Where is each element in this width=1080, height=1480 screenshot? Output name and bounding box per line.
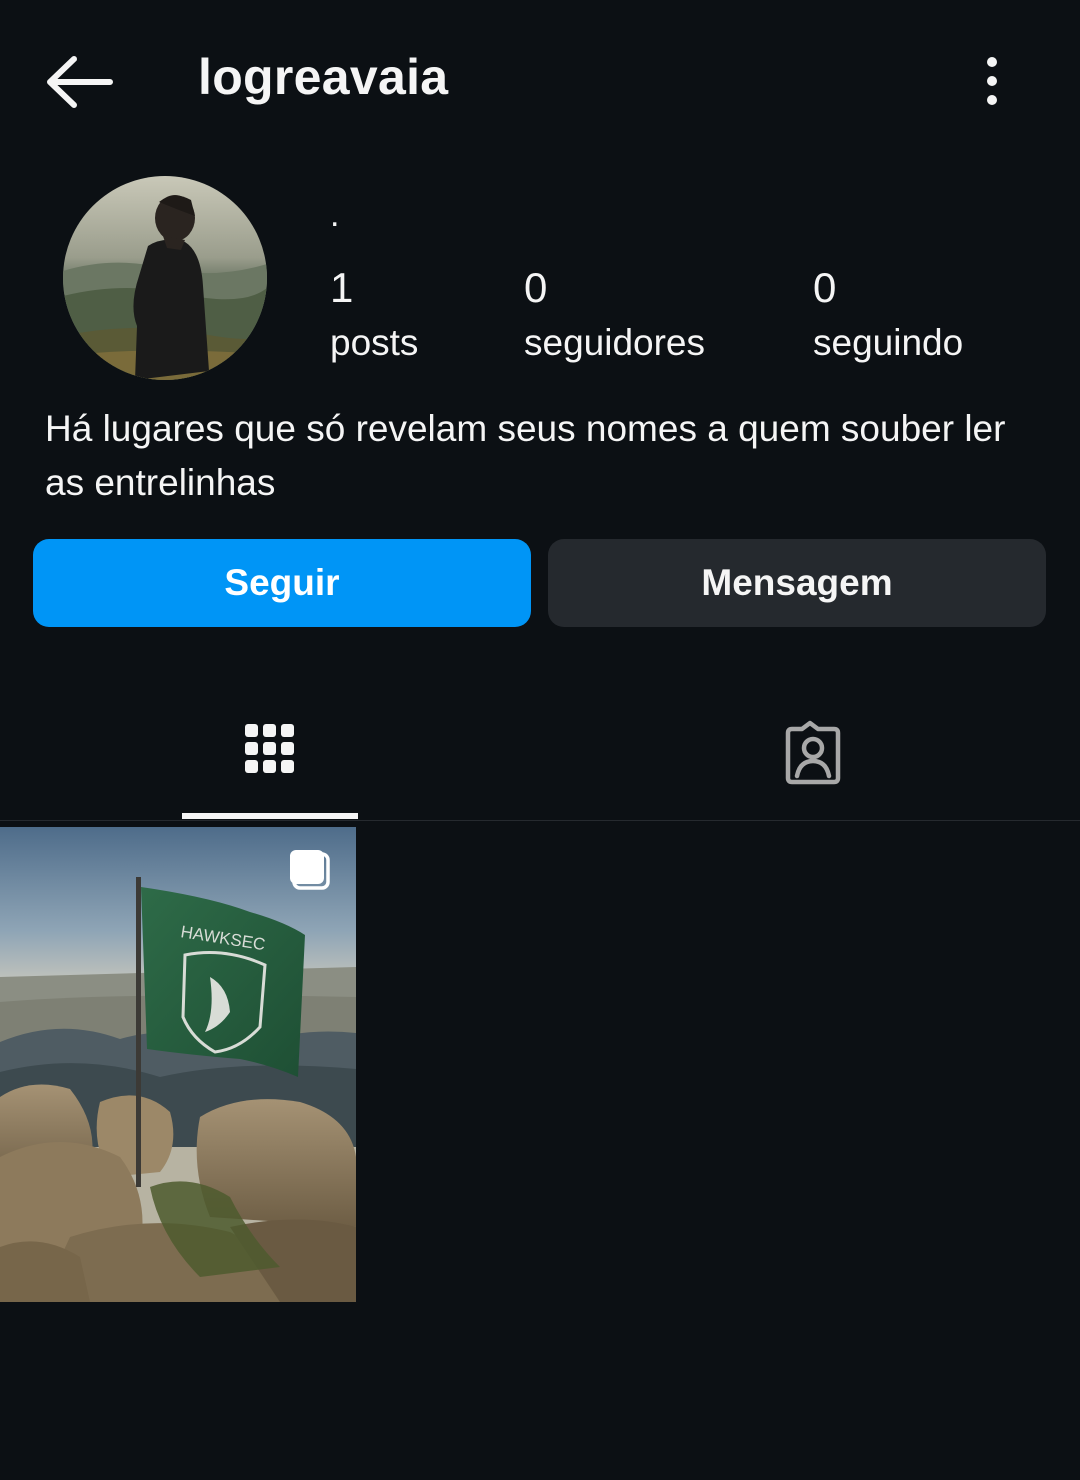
followers-count-value: 0 [524, 264, 548, 311]
message-button[interactable]: Mensagem [548, 539, 1046, 627]
tagged-person-icon [785, 720, 841, 785]
more-vertical-icon [987, 57, 997, 105]
profile-page: logreavaia . 1 posts 0 seguidores 0 segu… [0, 0, 1080, 1480]
following-count-value: 0 [813, 264, 837, 311]
posts-count-value: 1 [330, 264, 354, 311]
back-button[interactable] [40, 52, 116, 112]
tab-tagged[interactable] [722, 690, 898, 820]
posts-count-label: posts [330, 322, 419, 363]
follow-button[interactable]: Seguir [33, 539, 531, 627]
active-tab-indicator [182, 813, 358, 819]
post-image: HAWKSEC [0, 827, 356, 1302]
more-options-button[interactable] [972, 54, 1012, 108]
following-count-label: seguindo [813, 322, 964, 363]
avatar-image [63, 176, 267, 380]
avatar[interactable] [63, 176, 267, 380]
tab-posts-grid[interactable] [182, 690, 358, 820]
profile-username: logreavaia [198, 49, 449, 105]
grid-icon [245, 724, 294, 773]
following-count[interactable]: 0 seguindo [813, 262, 963, 372]
top-bar: logreavaia [0, 0, 1080, 165]
profile-bio: Há lugares que só revelam seus nomes a q… [45, 408, 1006, 503]
followers-count[interactable]: 0 seguidores [524, 262, 705, 372]
posts-count[interactable]: 1 posts [330, 262, 418, 372]
post-thumbnail[interactable]: HAWKSEC [0, 827, 356, 1302]
carousel-icon [290, 850, 330, 890]
followers-count-label: seguidores [524, 322, 706, 363]
display-name: . [330, 196, 340, 234]
arrow-left-icon [47, 56, 113, 108]
tabs-divider [0, 820, 1080, 821]
